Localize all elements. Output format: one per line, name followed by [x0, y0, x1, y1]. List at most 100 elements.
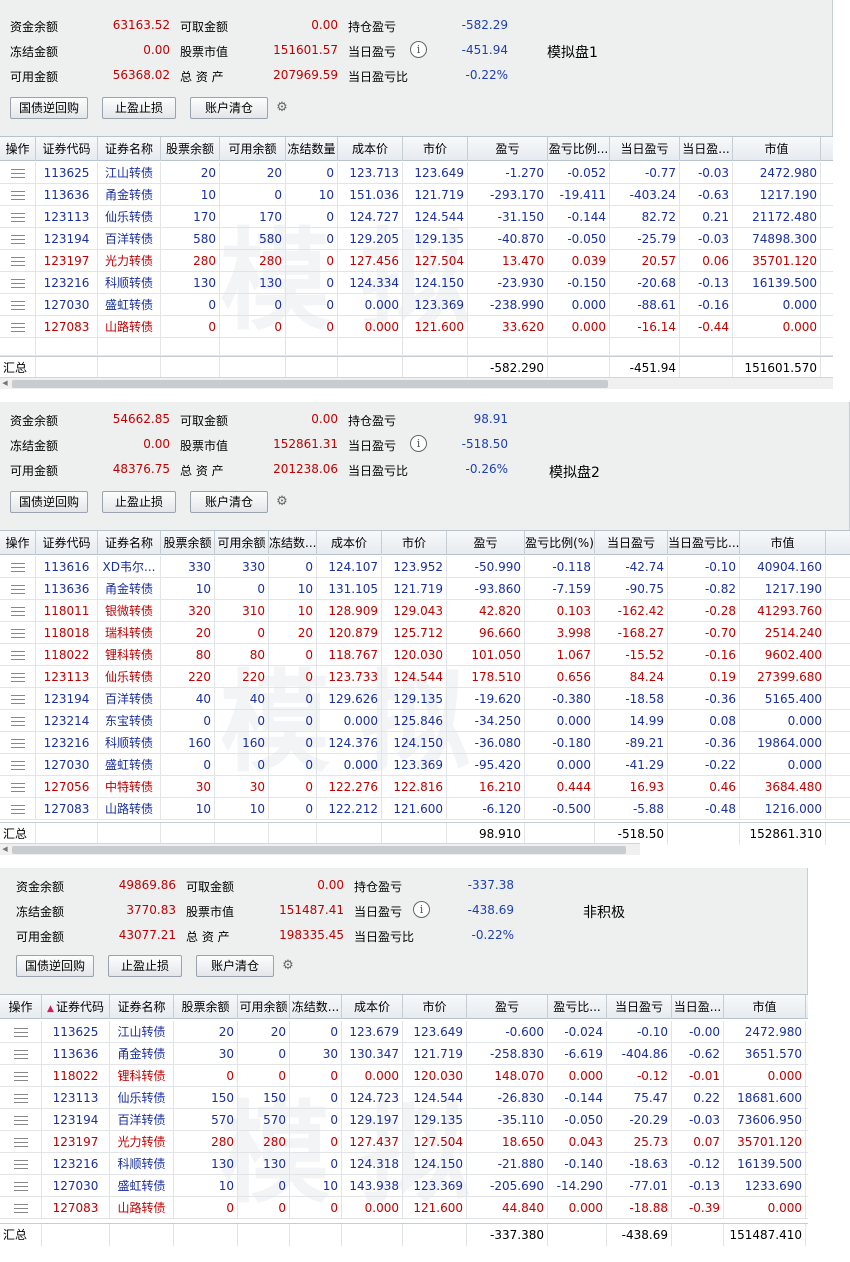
- column-header[interactable]: 当日盈...: [680, 137, 733, 161]
- row-action-menu[interactable]: [0, 162, 36, 184]
- row-action-menu[interactable]: [0, 206, 36, 228]
- column-header[interactable]: 市值: [740, 531, 826, 555]
- column-header[interactable]: 盈亏比例(%): [525, 531, 595, 555]
- column-header[interactable]: 操作: [0, 995, 42, 1019]
- column-header[interactable]: 盈亏: [447, 531, 525, 555]
- gear-icon[interactable]: ⚙: [275, 101, 289, 115]
- column-header[interactable]: 成本价: [338, 137, 403, 161]
- clear-account-button[interactable]: 账户清仓: [190, 97, 268, 119]
- table-row[interactable]: 123113 仙乐转债 150 150 0 124.723 124.544 -26.830 -0…: [0, 1087, 808, 1109]
- info-icon[interactable]: i: [410, 435, 427, 452]
- row-action-menu[interactable]: [0, 666, 36, 688]
- row-action-menu[interactable]: [0, 600, 36, 622]
- row-action-menu[interactable]: [0, 1021, 42, 1043]
- row-action-menu[interactable]: [0, 272, 36, 294]
- column-header[interactable]: 盈亏: [467, 995, 548, 1019]
- row-action-menu[interactable]: [0, 184, 36, 206]
- column-header[interactable]: 当日盈亏: [595, 531, 668, 555]
- table-row[interactable]: 123197 光力转债 280 280 0 127.437 127.504 18.650 0.0…: [0, 1131, 808, 1153]
- table-row[interactable]: 118022 锂科转债 80 80 0 118.767 120.030 101.050 1.06…: [0, 644, 850, 666]
- row-action-menu[interactable]: [0, 1131, 42, 1153]
- row-action-menu[interactable]: [0, 1175, 42, 1197]
- info-icon[interactable]: i: [413, 901, 430, 918]
- column-header[interactable]: ▲ 证券代码: [42, 995, 110, 1019]
- row-action-menu[interactable]: [0, 1087, 42, 1109]
- column-header[interactable]: 操作: [0, 531, 36, 555]
- treasury-repo-button[interactable]: 国债逆回购: [16, 955, 94, 977]
- column-header[interactable]: 股票余额: [174, 995, 238, 1019]
- column-header[interactable]: 证券代码: [36, 531, 98, 555]
- row-action-menu[interactable]: [0, 294, 36, 316]
- column-header[interactable]: 证券名称: [98, 531, 161, 555]
- table-row[interactable]: 123216 科顺转债 130 130 0 124.318 124.150 -21.880 -0…: [0, 1153, 808, 1175]
- row-action-menu[interactable]: [0, 228, 36, 250]
- table-row[interactable]: 118011 银微转债 320 310 10 128.909 129.043 42.820 0.…: [0, 600, 850, 622]
- column-header[interactable]: 股票余额: [161, 137, 220, 161]
- column-header[interactable]: 证券名称: [98, 137, 161, 161]
- row-action-menu[interactable]: [0, 556, 36, 578]
- column-header[interactable]: 市值: [724, 995, 806, 1019]
- row-action-menu[interactable]: [0, 754, 36, 776]
- row-action-menu[interactable]: [0, 710, 36, 732]
- table-row[interactable]: 113625 江山转债 20 20 0 123.679 123.649 -0.600 -0.02…: [0, 1021, 808, 1043]
- table-row[interactable]: 127030 盛虹转债 0 0 0 0.000 123.369 -238.990 0.000 -8…: [0, 294, 833, 316]
- column-header[interactable]: 冻结数...: [269, 531, 317, 555]
- table-row[interactable]: 127056 中特转债 30 30 0 122.276 122.816 16.210 0.444…: [0, 776, 850, 798]
- clear-account-button[interactable]: 账户清仓: [196, 955, 274, 977]
- column-header[interactable]: 盈亏比...: [548, 995, 607, 1019]
- column-header[interactable]: 盈亏比例...: [548, 137, 610, 161]
- column-header[interactable]: 冻结数量: [286, 137, 338, 161]
- column-header[interactable]: 证券名称: [110, 995, 174, 1019]
- table-row[interactable]: 118018 瑞科转债 20 0 20 120.879 125.712 96.660 3.998…: [0, 622, 850, 644]
- row-action-menu[interactable]: [0, 1043, 42, 1065]
- column-header[interactable]: 可用余额: [238, 995, 290, 1019]
- row-action-menu[interactable]: [0, 622, 36, 644]
- table-row[interactable]: 123194 百洋转债 570 570 0 129.197 129.135 -35.110 -0…: [0, 1109, 808, 1131]
- column-header[interactable]: 当日盈亏比...: [668, 531, 740, 555]
- column-header[interactable]: 当日盈...: [672, 995, 724, 1019]
- stop-profit-loss-button[interactable]: 止盈止损: [102, 491, 176, 513]
- gear-icon[interactable]: ⚙: [281, 959, 295, 973]
- row-action-menu[interactable]: [0, 776, 36, 798]
- treasury-repo-button[interactable]: 国债逆回购: [10, 97, 88, 119]
- table-row[interactable]: 113625 江山转债 20 20 0 123.713 123.649 -1.270 -0.05…: [0, 162, 833, 184]
- table-row[interactable]: 127030 盛虹转债 10 0 10 143.938 123.369 -205.690 -14…: [0, 1175, 808, 1197]
- column-header[interactable]: 市值: [733, 137, 821, 161]
- column-header[interactable]: 可用余额: [220, 137, 286, 161]
- table-row[interactable]: 123194 百洋转债 580 580 0 129.205 129.135 -40.870 -0…: [0, 228, 833, 250]
- horizontal-scrollbar[interactable]: ◀: [0, 377, 833, 389]
- table-row[interactable]: 123113 仙乐转债 220 220 0 123.733 124.544 178.510 0.…: [0, 666, 850, 688]
- table-row[interactable]: 113636 甬金转债 10 0 10 151.036 121.719 -293.170 -19…: [0, 184, 833, 206]
- scroll-left-icon[interactable]: ◀: [0, 378, 10, 389]
- column-header[interactable]: 成本价: [342, 995, 403, 1019]
- row-action-menu[interactable]: [0, 1109, 42, 1131]
- table-row[interactable]: 113636 甬金转债 10 0 10 131.105 121.719 -93.860 -7.1…: [0, 578, 850, 600]
- column-header[interactable]: 市价: [403, 995, 467, 1019]
- row-action-menu[interactable]: [0, 578, 36, 600]
- column-header[interactable]: 市价: [403, 137, 468, 161]
- table-row[interactable]: 123216 科顺转债 160 160 0 124.376 124.150 -36.080 -0…: [0, 732, 850, 754]
- column-header[interactable]: 当日盈亏: [610, 137, 680, 161]
- table-row[interactable]: 127083 山路转债 0 0 0 0.000 121.600 44.840 0.000 -18.…: [0, 1197, 808, 1219]
- row-action-menu[interactable]: [0, 250, 36, 272]
- table-row[interactable]: 123216 科顺转债 130 130 0 124.334 124.150 -23.930 -0…: [0, 272, 833, 294]
- treasury-repo-button[interactable]: 国债逆回购: [10, 491, 88, 513]
- table-row[interactable]: 123194 百洋转债 40 40 0 129.626 129.135 -19.620 -0.3…: [0, 688, 850, 710]
- scrollbar-thumb[interactable]: [12, 380, 608, 388]
- row-action-menu[interactable]: [0, 732, 36, 754]
- horizontal-scrollbar[interactable]: ◀: [0, 843, 640, 855]
- column-header[interactable]: 冻结数...: [290, 995, 342, 1019]
- table-row[interactable]: 113636 甬金转债 30 0 30 130.347 121.719 -258.830 -6.…: [0, 1043, 808, 1065]
- table-row[interactable]: 123197 光力转债 280 280 0 127.456 127.504 13.470 0.0…: [0, 250, 833, 272]
- stop-profit-loss-button[interactable]: 止盈止损: [102, 97, 176, 119]
- row-action-menu[interactable]: [0, 1065, 42, 1087]
- column-header[interactable]: 当日盈亏: [607, 995, 672, 1019]
- stop-profit-loss-button[interactable]: 止盈止损: [108, 955, 182, 977]
- table-row[interactable]: 123214 东宝转债 0 0 0 0.000 125.846 -34.250 0.000 14.…: [0, 710, 850, 732]
- table-row[interactable]: 127030 盛虹转债 0 0 0 0.000 123.369 -95.420 0.000 -41…: [0, 754, 850, 776]
- table-row[interactable]: 118022 锂科转债 0 0 0 0.000 120.030 148.070 0.000 -0.…: [0, 1065, 808, 1087]
- table-row[interactable]: 127083 山路转债 10 10 0 122.212 121.600 -6.120 -0.50…: [0, 798, 850, 820]
- row-action-menu[interactable]: [0, 644, 36, 666]
- row-action-menu[interactable]: [0, 688, 36, 710]
- gear-icon[interactable]: ⚙: [275, 495, 289, 509]
